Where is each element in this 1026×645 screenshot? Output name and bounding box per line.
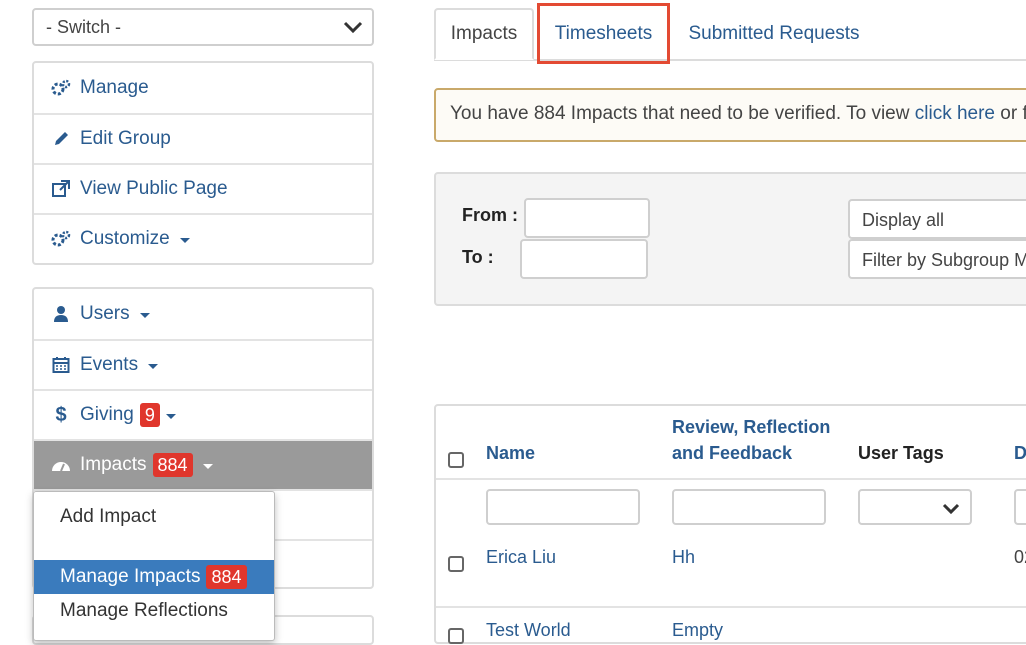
dashboard-icon [50, 454, 72, 476]
subgroup-filter-select[interactable]: Filter by Subgroup M [848, 239, 1026, 279]
tab-submitted-requests[interactable]: Submitted Requests [680, 8, 868, 60]
column-header-user-tags: User Tags [858, 443, 944, 463]
sidebar-item-label: Events [80, 354, 139, 375]
manage-impacts-badge: 884 [206, 564, 247, 590]
menu-item-manage-impacts[interactable]: Manage Impacts 884 [34, 560, 274, 594]
alert-click-here-link[interactable]: click here [915, 103, 995, 124]
menu-item-label: Manage Reflections [60, 600, 228, 621]
column-header-review-line2[interactable]: and Feedback [672, 443, 792, 464]
chevron-down-icon [942, 503, 960, 515]
to-label: To : [462, 247, 494, 267]
gears-icon [50, 228, 72, 250]
row-checkbox[interactable] [448, 628, 464, 644]
caret-down-icon [139, 312, 150, 318]
sidebar-item-label: Edit Group [80, 128, 171, 149]
sidebar-item-giving[interactable]: $ Giving 9 [34, 389, 372, 439]
calendar-icon [50, 354, 72, 376]
caret-down-icon [148, 363, 159, 369]
menu-item-manage-reflections[interactable]: Manage Reflections [34, 594, 274, 628]
switch-value: - Switch - [46, 17, 122, 37]
tab-impacts[interactable]: Impacts [434, 8, 534, 60]
alert-text: You have 884 Impacts that need to be ver… [450, 103, 915, 124]
caret-down-icon [179, 237, 190, 243]
select-all-checkbox[interactable] [448, 452, 464, 468]
impacts-dropdown-menu: Add Impact Manage Impacts 884 Manage Ref… [33, 491, 275, 641]
sidebar-item-label: Users [80, 303, 130, 324]
pencil-icon [50, 128, 72, 150]
sidebar-item-label: Giving [80, 404, 134, 425]
review-filter-input[interactable] [672, 489, 826, 525]
from-date-input[interactable] [524, 198, 650, 238]
tab-label: Submitted Requests [688, 23, 860, 44]
tab-label: Impacts [450, 23, 518, 44]
sidebar-item-manage[interactable]: Manage [34, 63, 372, 113]
row-review-link[interactable]: Empty [672, 620, 723, 641]
chevron-down-icon [343, 21, 363, 34]
sidebar-item-customize[interactable]: Customize [34, 213, 372, 263]
tab-label: Timesheets [554, 22, 653, 44]
date-filter-input[interactable] [1014, 489, 1026, 525]
sidebar-item-view-public-page[interactable]: View Public Page [34, 163, 372, 213]
from-label: From : [462, 205, 518, 225]
sidebar-item-users[interactable]: Users [34, 289, 372, 339]
sidebar-item-impacts[interactable]: Impacts 884 [34, 439, 372, 489]
header-divider [436, 478, 1026, 480]
sidebar-item-label: View Public Page [80, 178, 228, 199]
impacts-count-badge: 884 [152, 452, 193, 478]
tab-timesheets[interactable]: Timesheets [537, 3, 670, 64]
row-review-link[interactable]: Hh [672, 547, 695, 568]
giving-count-badge: 9 [139, 402, 160, 428]
caret-down-icon [202, 463, 213, 469]
row-divider [436, 606, 1026, 608]
caret-down-icon [165, 413, 176, 419]
menu-item-label: Add Impact [60, 506, 157, 527]
alert-text-rest: or fi [1000, 103, 1026, 124]
sidebar-item-label: Manage [80, 77, 149, 98]
verification-alert: You have 884 Impacts that need to be ver… [434, 88, 1026, 142]
column-header-name[interactable]: Name [486, 443, 535, 464]
group-switch-select[interactable]: - Switch - [32, 8, 374, 46]
row-checkbox[interactable] [448, 556, 464, 572]
display-filter-value: Display all [862, 210, 945, 230]
name-filter-input[interactable] [486, 489, 640, 525]
gears-icon [50, 77, 72, 99]
menu-item-label: Manage Impacts [60, 566, 201, 587]
external-link-icon [50, 178, 72, 200]
user-tags-filter-select[interactable] [858, 489, 972, 525]
sidebar-item-label: Impacts [80, 454, 147, 475]
column-header-review-line1[interactable]: Review, Reflection [672, 417, 830, 438]
dollar-icon: $ [55, 403, 67, 426]
menu-item-add-impact[interactable]: Add Impact [34, 500, 274, 534]
sidebar-item-events[interactable]: Events [34, 339, 372, 389]
row-date: 02 [1014, 547, 1026, 567]
sidebar-item-label: Customize [80, 228, 170, 249]
column-header-date[interactable]: D [1014, 443, 1026, 464]
display-filter-select[interactable]: Display all [848, 199, 1026, 239]
row-name-link[interactable]: Erica Liu [486, 547, 556, 568]
sidebar-item-edit-group[interactable]: Edit Group [34, 113, 372, 163]
subgroup-filter-value: Filter by Subgroup M [862, 250, 1026, 270]
row-name-link[interactable]: Test World [486, 620, 571, 641]
user-icon [50, 303, 72, 325]
group-admin-panel: Manage Edit Group View Public Page Custo… [32, 61, 374, 265]
to-date-input[interactable] [520, 239, 648, 279]
